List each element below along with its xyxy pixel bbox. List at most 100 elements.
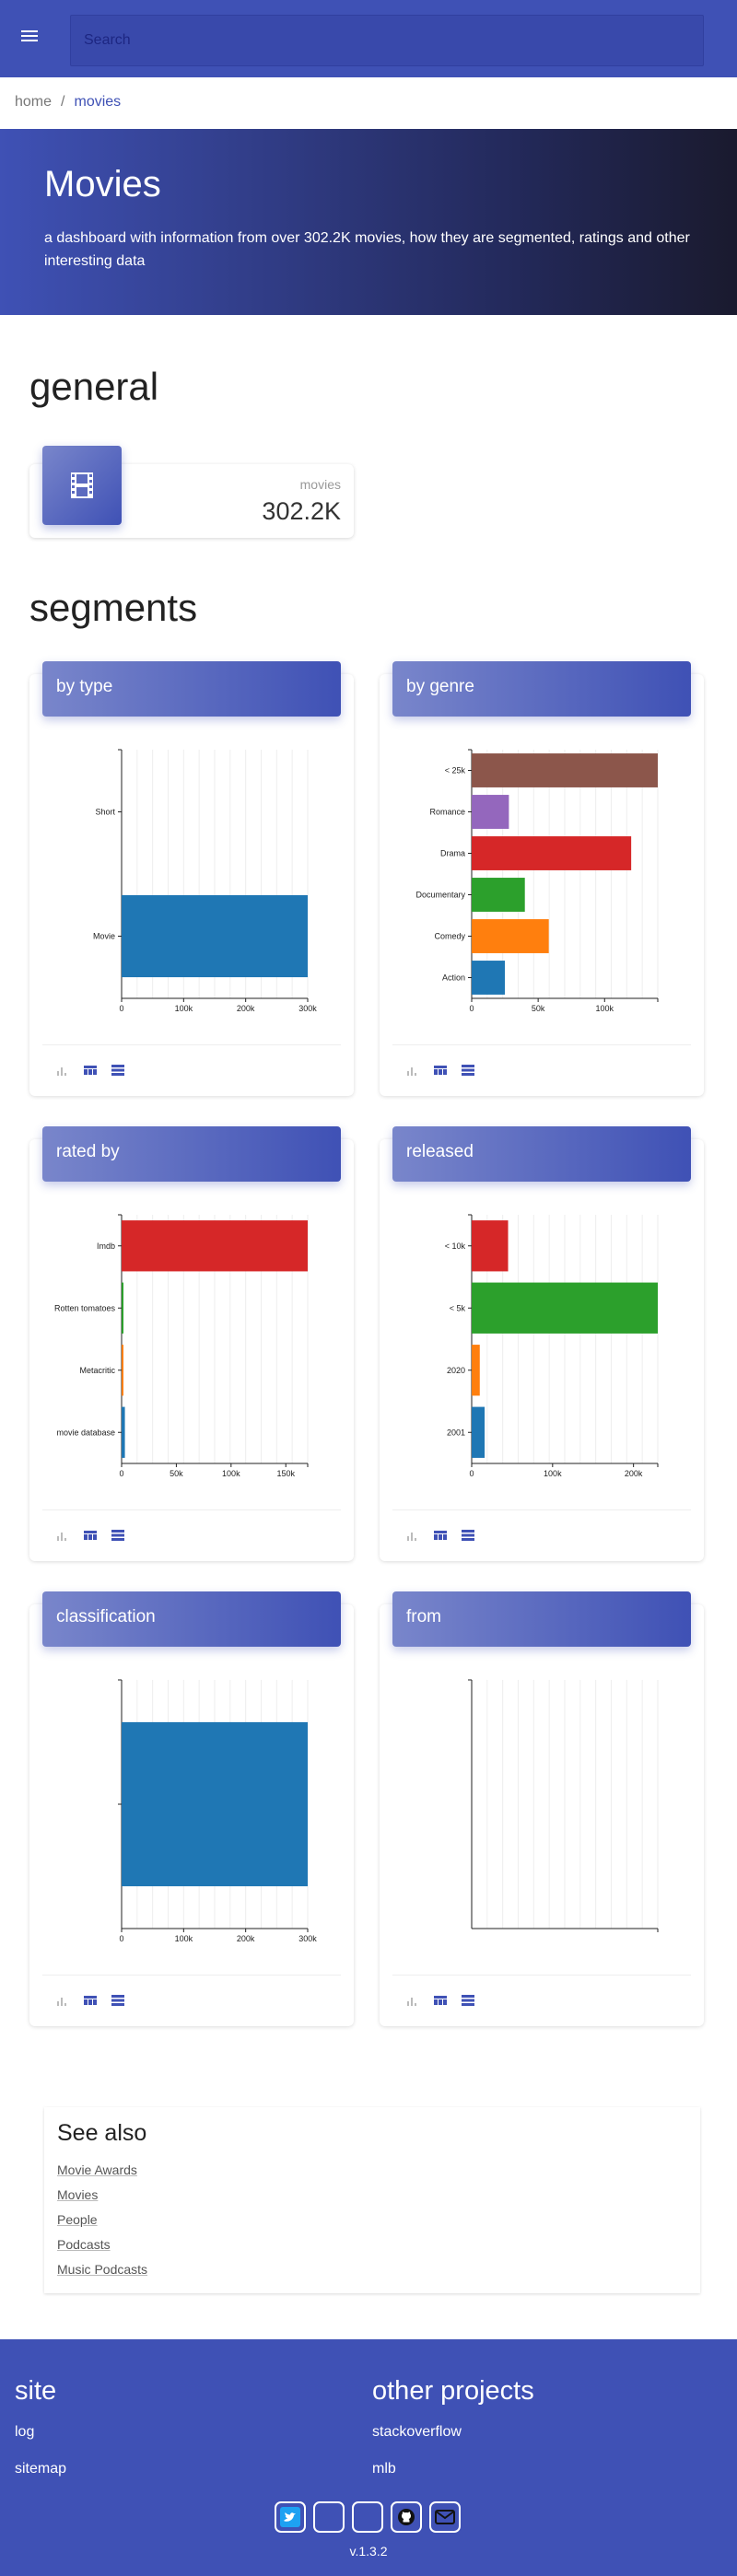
card-actions [405,1528,475,1543]
list-icon[interactable] [111,1529,125,1542]
mail-icon[interactable] [429,2501,461,2533]
x-tick-label: 0 [119,1469,123,1478]
bar[interactable] [122,1721,308,1887]
y-tick-label: Drama [440,849,465,858]
card-divider [42,1509,341,1510]
card-divider [42,1044,341,1045]
movies-stat-card: movies 302.2K [29,446,354,538]
y-tick-label: < 25k [445,766,466,775]
bar[interactable] [472,878,525,912]
bar-chart-icon[interactable] [55,1994,70,2007]
x-tick-label: 0 [469,1004,474,1013]
card-divider [392,1509,691,1510]
rated-by-chart: 0 50k 100k 150k Imdb Rotten tomatoes Metacriti… [54,1214,309,1478]
x-tick-label: 200k [625,1469,643,1478]
footer-link-mlb[interactable]: mlb [372,2461,396,2477]
breadcrumb-home-link[interactable]: home [15,94,52,110]
x-tick-label: 100k [175,1934,193,1943]
list-icon[interactable] [461,1064,475,1077]
bar-chart-icon[interactable] [405,1064,420,1077]
breadcrumb: home / movies [15,94,121,111]
page-title: Movies [44,164,161,204]
bar[interactable] [472,1220,509,1272]
blank-icon[interactable] [313,2501,345,2533]
y-tick-label: Rotten tomatoes [54,1303,116,1312]
see-also-title: See also [57,2120,147,2146]
twitter-icon[interactable] [275,2501,306,2533]
bar[interactable] [122,1220,308,1272]
see-also-link[interactable]: Music Podcasts [57,2262,147,2277]
card-actions [405,1063,475,1078]
y-tick-label: Comedy [434,932,465,941]
bar[interactable] [472,961,506,995]
see-also-link[interactable]: Podcasts [57,2237,111,2252]
list-icon[interactable] [111,1994,125,2007]
card-title: released [392,1126,691,1182]
bar-chart-icon[interactable] [405,1529,420,1542]
github-icon[interactable] [391,2501,422,2533]
see-also-link[interactable]: Movies [57,2187,98,2202]
see-also-list: Movie Awards Movies People Podcasts Musi… [57,2162,147,2287]
bar-chart-icon[interactable] [405,1994,420,2007]
table-icon[interactable] [433,1994,448,2007]
bar-chart-icon[interactable] [55,1529,70,1542]
bar[interactable] [472,1282,658,1334]
breadcrumb-current-link[interactable]: movies [74,94,121,110]
list-icon[interactable] [461,1994,475,2007]
y-tick-label: Movie [93,932,115,941]
card-actions [55,1993,125,2008]
hamburger-menu-icon[interactable] [18,28,41,50]
film-icon [42,446,122,525]
bar[interactable] [122,1345,123,1396]
bar[interactable] [472,753,658,787]
bar[interactable] [472,1345,480,1396]
y-tick-label: Short [95,808,115,817]
footer-link-stackoverflow[interactable]: stackoverflow [372,2424,462,2441]
bar[interactable] [122,1282,123,1334]
released-chart: 0 100k 200k < 10k < 5k 2020 2001 [445,1214,659,1478]
x-tick-label: 100k [222,1469,240,1478]
blank-icon[interactable] [352,2501,383,2533]
bar[interactable] [472,795,509,829]
bar[interactable] [472,919,549,953]
card-actions [55,1528,125,1543]
bar-chart-icon[interactable] [55,1064,70,1077]
see-also-card: See also Movie Awards Movies People Podc… [44,2107,700,2293]
x-tick-label: 0 [119,1004,123,1013]
by-genre-card: by genre 0 50k 100k < 25k Romance Drama Documen… [380,661,704,1096]
social-links [275,2501,461,2533]
footer-link-log[interactable]: log [15,2424,34,2441]
see-also-link[interactable]: People [57,2212,98,2227]
x-tick-label: 50k [170,1469,183,1478]
x-tick-label: 0 [469,1469,474,1478]
stat-label: movies [299,477,341,492]
table-icon[interactable] [83,1994,98,2007]
list-icon[interactable] [111,1064,125,1077]
card-title: from [392,1591,691,1647]
see-also-link[interactable]: Movie Awards [57,2162,137,2177]
from-card: from [380,1591,704,2026]
footer-link-sitemap[interactable]: sitemap [15,2461,66,2477]
card-title: rated by [42,1126,341,1182]
bar[interactable] [472,836,632,870]
table-icon[interactable] [83,1064,98,1077]
site-footer: site log sitemap other projects stackove… [0,2339,737,2576]
y-tick-label: Action [442,973,465,983]
general-section-title: general [29,365,159,408]
search-input[interactable] [70,15,704,66]
bar[interactable] [472,1406,485,1458]
bar[interactable] [122,894,308,978]
y-tick-label: 2020 [447,1366,465,1375]
table-icon[interactable] [83,1529,98,1542]
table-icon[interactable] [433,1529,448,1542]
list-icon[interactable] [461,1529,475,1542]
table-icon[interactable] [433,1064,448,1077]
x-tick-label: 300k [298,1004,317,1013]
classification-chart: 0 100k 200k 300k [118,1679,317,1943]
card-divider [392,1975,691,1976]
card-title: by genre [392,661,691,717]
footer-projects-title: other projects [372,2376,534,2406]
bar[interactable] [122,1406,125,1458]
y-tick-label: 2001 [447,1428,465,1437]
by-type-chart: 0 100k 200k 300k Short Movie [93,749,317,1013]
